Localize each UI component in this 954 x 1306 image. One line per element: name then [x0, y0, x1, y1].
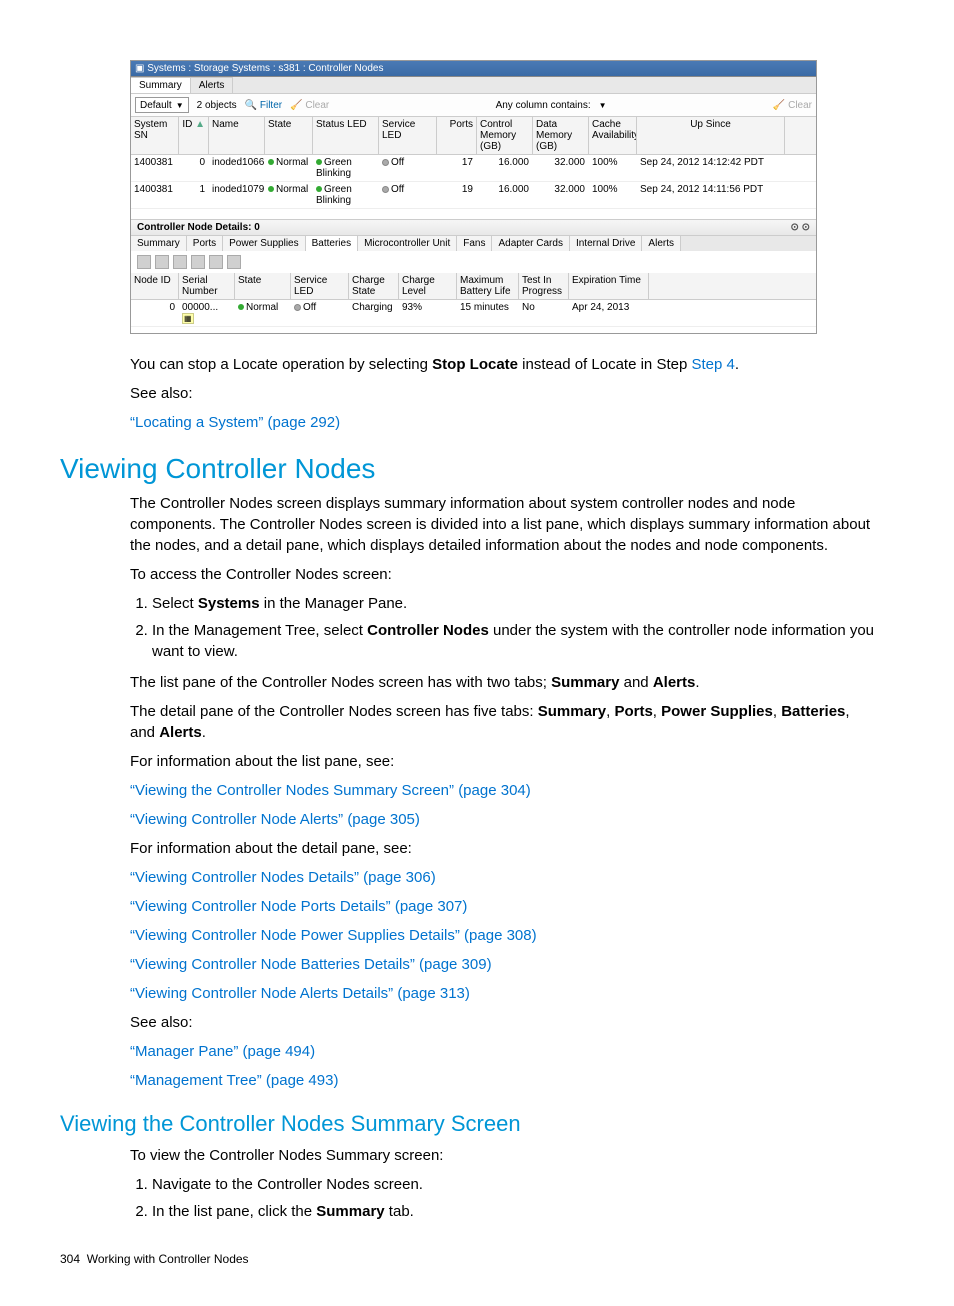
col-expiration[interactable]: Expiration Time	[569, 273, 649, 299]
link-summary-screen[interactable]: “Viewing the Controller Nodes Summary Sc…	[130, 782, 531, 799]
window-icon: ▣	[135, 63, 147, 74]
col-service-led[interactable]: Service LED	[379, 117, 437, 154]
page-footer: 304 Working with Controller Nodes	[60, 1252, 894, 1266]
link-locating-system[interactable]: “Locating a System” (page 292)	[130, 414, 340, 431]
subtab-power-supplies[interactable]: Power Supplies	[223, 236, 305, 251]
status-dot-icon	[294, 304, 301, 311]
col-node-id[interactable]: Node ID	[131, 273, 179, 299]
subtab-adapter-cards[interactable]: Adapter Cards	[492, 236, 569, 251]
col-system-sn[interactable]: System SN	[131, 117, 179, 154]
list-item: In the Management Tree, select Controlle…	[152, 620, 874, 662]
toolbar-icon[interactable]	[227, 255, 241, 269]
clear-button[interactable]: 🧹 Clear	[290, 100, 329, 111]
status-dot-icon	[316, 186, 322, 192]
view-select[interactable]: Default ▼	[135, 97, 189, 113]
status-dot-icon	[316, 159, 322, 165]
toolbar-icon[interactable]	[137, 255, 151, 269]
subtab-ports[interactable]: Ports	[187, 236, 223, 251]
status-dot-icon	[382, 159, 389, 166]
col-serial[interactable]: Serial Number	[179, 273, 235, 299]
status-dot-icon	[268, 159, 274, 165]
ordered-list: Select Systems in the Manager Pane. In t…	[130, 593, 874, 662]
paragraph: The Controller Nodes screen displays sum…	[130, 493, 874, 556]
link-ps-details[interactable]: “Viewing Controller Node Power Supplies …	[130, 927, 537, 944]
link-alerts-details[interactable]: “Viewing Controller Node Alerts Details”…	[130, 985, 470, 1002]
col-name[interactable]: Name	[209, 117, 265, 154]
paragraph: For information about the list pane, see…	[130, 751, 874, 772]
col-up-since[interactable]: Up Since	[637, 117, 785, 154]
grid-header: System SN ID ▲ Name State Status LED Ser…	[131, 117, 816, 155]
list-item: Select Systems in the Manager Pane.	[152, 593, 874, 614]
col-state[interactable]: State	[235, 273, 291, 299]
detail-section-title: Controller Node Details: 0	[137, 222, 260, 233]
table-row[interactable]: 1400381 0 inoded1066 Normal Green Blinki…	[131, 155, 816, 182]
col-charge-level[interactable]: Charge Level	[399, 273, 457, 299]
link-manager-pane[interactable]: “Manager Pane” (page 494)	[130, 1043, 315, 1060]
detail-row[interactable]: 0 00000... ▦ Normal Off Charging 93% 15 …	[131, 300, 816, 327]
status-dot-icon	[238, 304, 244, 310]
col-state[interactable]: State	[265, 117, 313, 154]
toolbar-icon[interactable]	[155, 255, 169, 269]
link-batteries-details[interactable]: “Viewing Controller Node Batteries Detai…	[130, 956, 492, 973]
status-dot-icon	[382, 186, 389, 193]
collapse-up-icon[interactable]: ⊙	[790, 222, 798, 233]
detail-toolbar	[131, 251, 816, 273]
collapse-down-icon[interactable]: ⊙	[802, 222, 810, 233]
filter-button[interactable]: 🔍 Filter	[245, 100, 282, 111]
chevron-down-icon: ▼	[176, 101, 184, 110]
subtab-fans[interactable]: Fans	[457, 236, 492, 251]
paragraph: To view the Controller Nodes Summary scr…	[130, 1145, 874, 1166]
subtab-summary[interactable]: Summary	[131, 236, 187, 251]
search-clear-button[interactable]: 🧹 Clear	[773, 100, 812, 111]
paragraph: To access the Controller Nodes screen:	[130, 564, 874, 585]
sort-asc-icon: ▲	[195, 119, 205, 130]
breadcrumb-text: Systems : Storage Systems : s381 : Contr…	[147, 63, 383, 74]
table-row[interactable]: 1400381 1 inoded1079 Normal Green Blinki…	[131, 182, 816, 209]
list-item: In the list pane, click the Summary tab.	[152, 1201, 874, 1222]
col-data-mem[interactable]: Data Memory (GB)	[533, 117, 589, 154]
paragraph: You can stop a Locate operation by selec…	[130, 354, 874, 375]
col-test-progress[interactable]: Test In Progress	[519, 273, 569, 299]
col-status-led[interactable]: Status LED	[313, 117, 379, 154]
col-charge-state[interactable]: Charge State	[349, 273, 399, 299]
link-ports-details[interactable]: “Viewing Controller Node Ports Details” …	[130, 898, 467, 915]
col-service-led[interactable]: Service LED	[291, 273, 349, 299]
tab-summary[interactable]: Summary	[131, 77, 191, 93]
col-id[interactable]: ID ▲	[179, 117, 209, 154]
col-cache[interactable]: Cache Availability	[589, 117, 637, 154]
ordered-list: Navigate to the Controller Nodes screen.…	[130, 1174, 874, 1222]
footer-title: Working with Controller Nodes	[87, 1252, 249, 1266]
tab-alerts[interactable]: Alerts	[191, 77, 234, 93]
paragraph: The list pane of the Controller Nodes sc…	[130, 672, 874, 693]
paragraph: See also:	[130, 383, 874, 404]
link-node-alerts[interactable]: “Viewing Controller Node Alerts” (page 3…	[130, 811, 420, 828]
heading-viewing-controller-nodes: Viewing Controller Nodes	[60, 453, 894, 485]
breadcrumb: ▣ Systems : Storage Systems : s381 : Con…	[131, 61, 816, 77]
chevron-down-icon[interactable]: ▼	[599, 101, 607, 110]
toolbar-icon[interactable]	[209, 255, 223, 269]
controller-nodes-screenshot: ▣ Systems : Storage Systems : s381 : Con…	[130, 60, 817, 334]
object-count: 2 objects	[197, 100, 237, 111]
toolbar-icon[interactable]	[191, 255, 205, 269]
subtab-internal-drive[interactable]: Internal Drive	[570, 236, 642, 251]
col-control-mem[interactable]: Control Memory (GB)	[477, 117, 533, 154]
toolbar-icon[interactable]	[173, 255, 187, 269]
badge-icon: ▦	[182, 313, 194, 324]
subtab-mcu[interactable]: Microcontroller Unit	[358, 236, 457, 251]
subtab-batteries[interactable]: Batteries	[306, 236, 358, 251]
list-item: Navigate to the Controller Nodes screen.	[152, 1174, 874, 1195]
paragraph: The detail pane of the Controller Nodes …	[130, 701, 874, 743]
page-number: 304	[60, 1252, 80, 1266]
paragraph: For information about the detail pane, s…	[130, 838, 874, 859]
col-max-life[interactable]: Maximum Battery Life	[457, 273, 519, 299]
heading-viewing-summary-screen: Viewing the Controller Nodes Summary Scr…	[60, 1111, 894, 1137]
status-dot-icon	[268, 186, 274, 192]
search-label: Any column contains:	[496, 100, 591, 111]
subtab-alerts[interactable]: Alerts	[642, 236, 681, 251]
col-ports[interactable]: Ports	[437, 117, 477, 154]
link-nodes-details[interactable]: “Viewing Controller Nodes Details” (page…	[130, 869, 436, 886]
link-step4[interactable]: Step 4	[691, 356, 734, 373]
link-management-tree[interactable]: “Management Tree” (page 493)	[130, 1072, 338, 1089]
paragraph: See also:	[130, 1012, 874, 1033]
